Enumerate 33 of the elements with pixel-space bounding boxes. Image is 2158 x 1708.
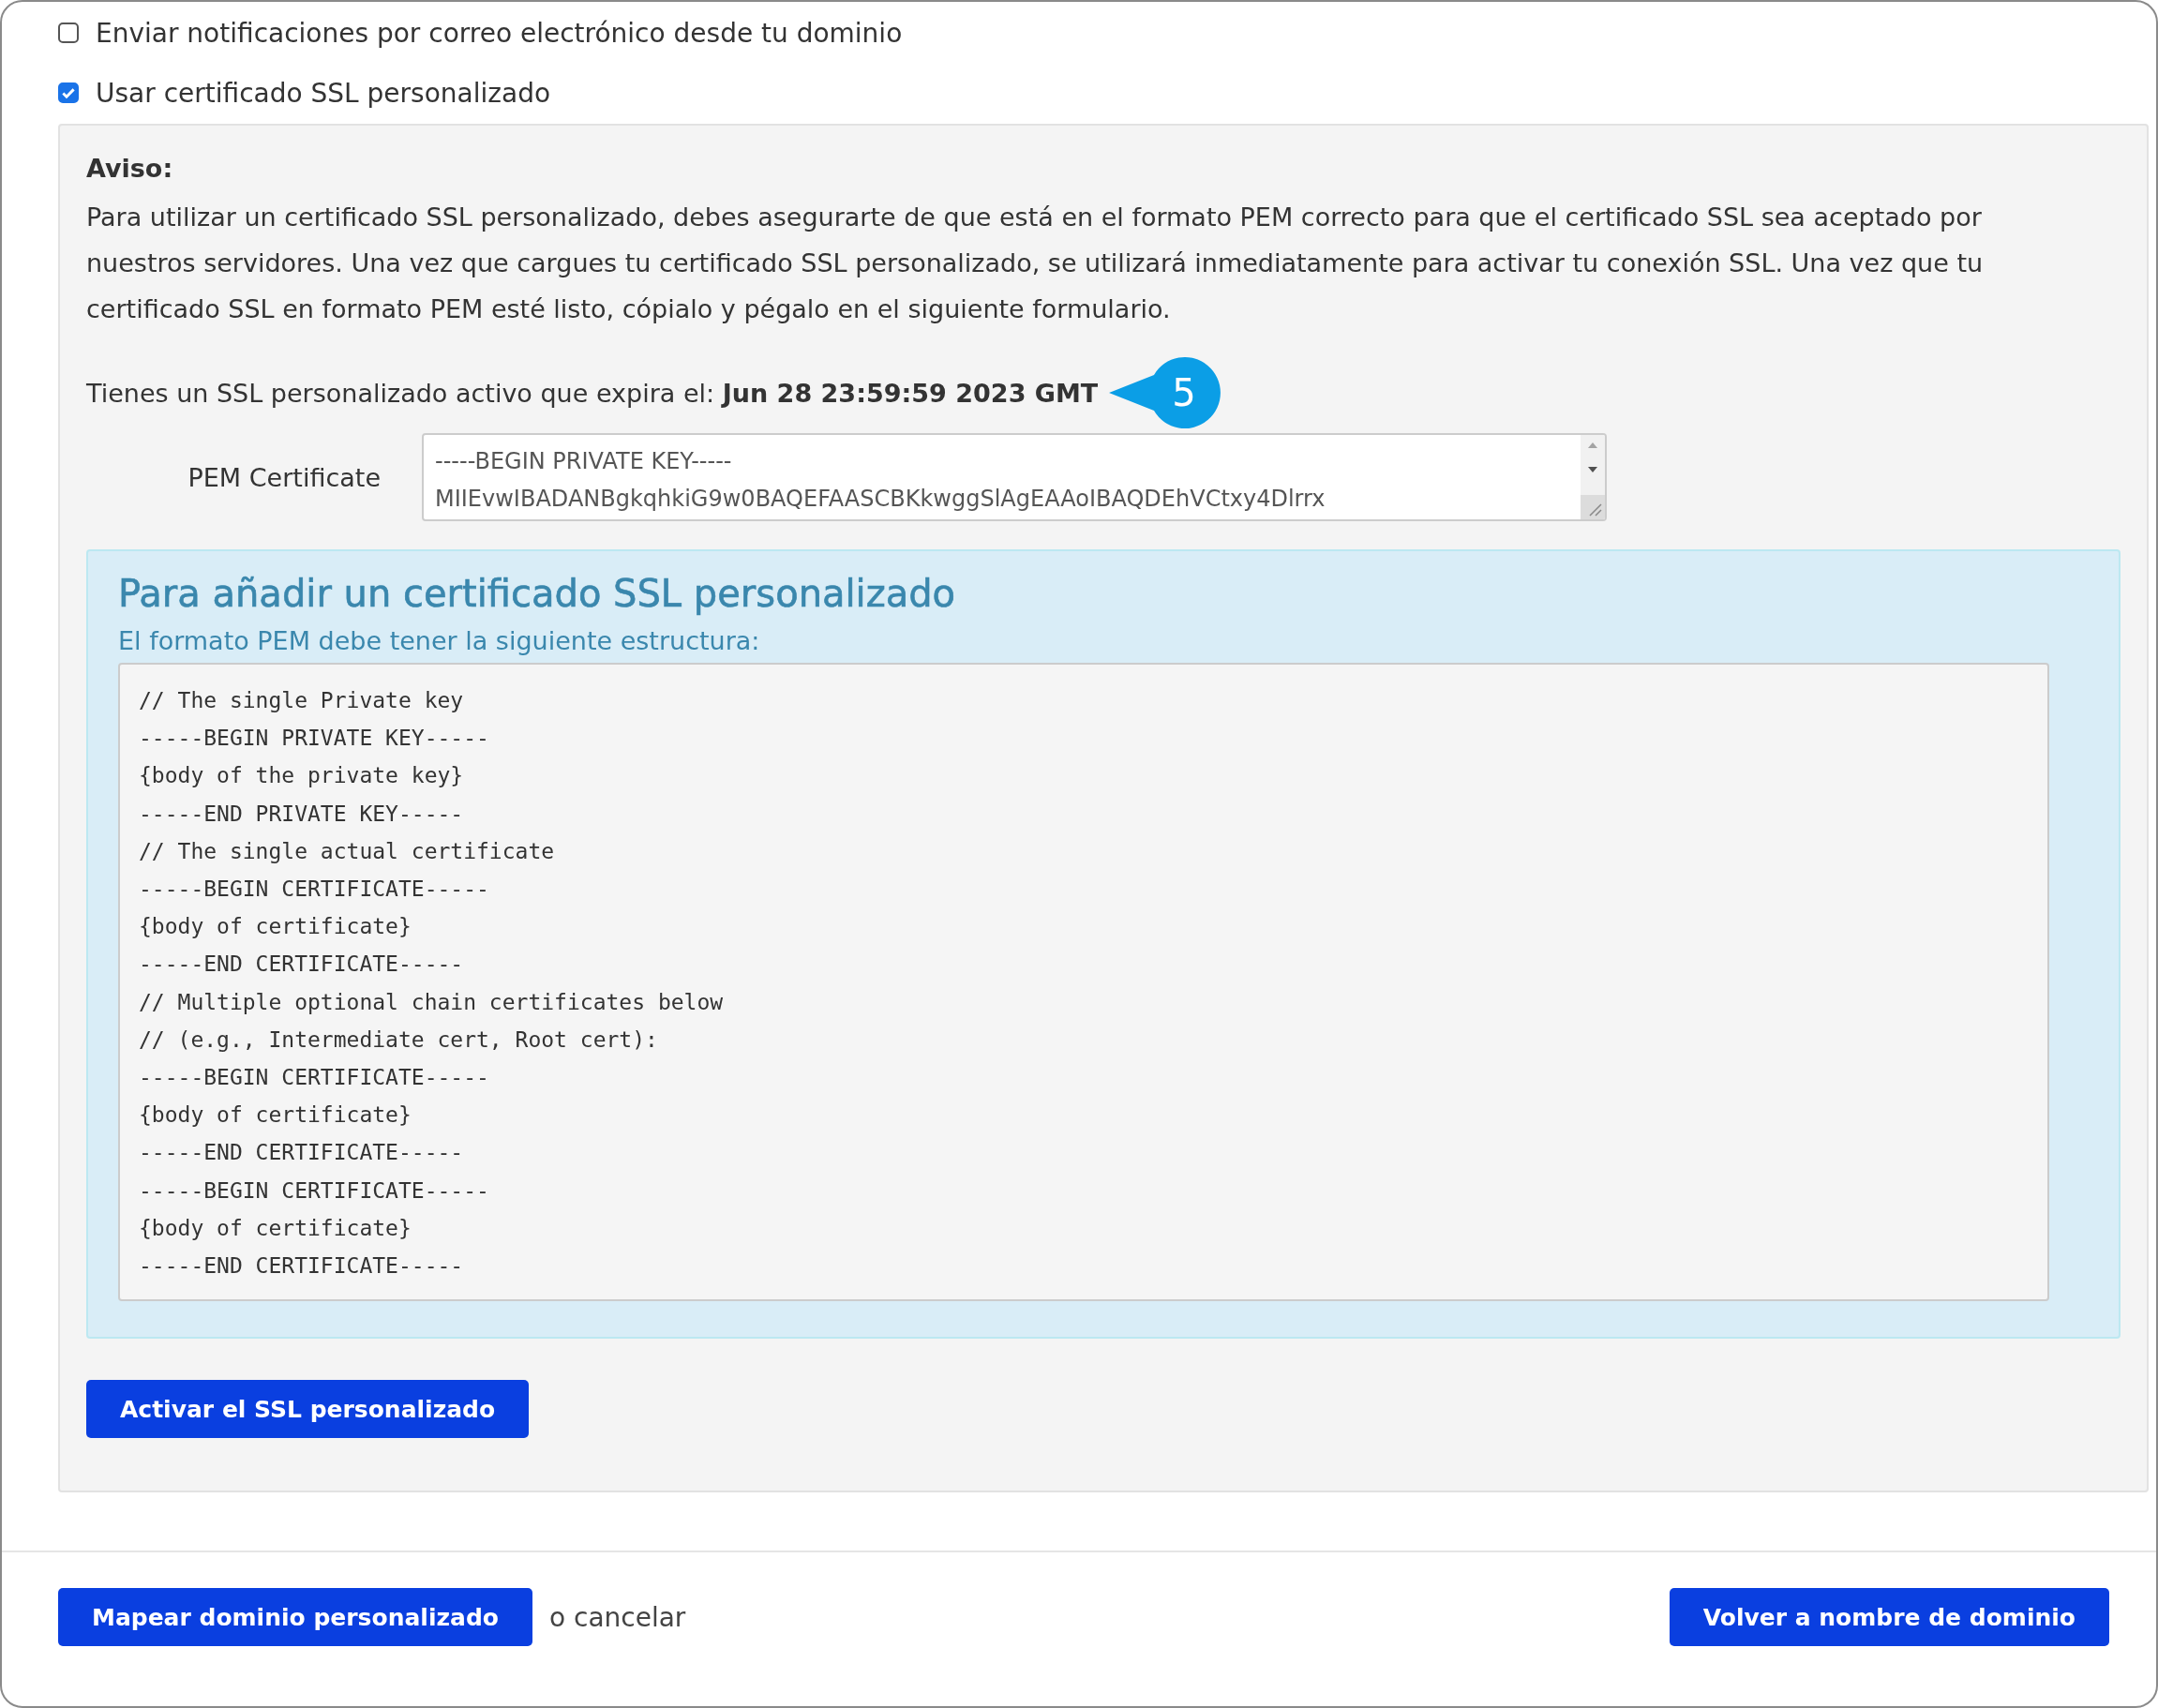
map-domain-button[interactable]: Mapear dominio personalizado [58, 1588, 532, 1646]
code-line: -----END CERTIFICATE----- [139, 951, 465, 979]
back-button[interactable]: Volver a nombre de dominio [1669, 1588, 2109, 1646]
code-line: -----END CERTIFICATE----- [139, 1252, 465, 1281]
code-line: -----END PRIVATE KEY----- [139, 800, 465, 828]
code-line: {body of certificate} [139, 1214, 412, 1242]
code-line: // The single Private key [139, 687, 465, 714]
checkbox[interactable] [58, 82, 79, 103]
activate-button[interactable]: Activar el SSL personalizado [86, 1380, 530, 1439]
cancel-link[interactable]: o cancelar [549, 1601, 686, 1633]
expiry-text: Tienes un SSL personalizado activo que expira el: Jun 28 23:59:59 2023 GMT [86, 378, 1099, 408]
notice-text: Para utilizar un certificado SSL personalizado, debes asegurarte de que está en el formato PEM correcto para que el certificado SSL sea aceptado por nuestros servidores. Una vez que cargues tu certificado SSL personalizado, se utilizará inmediatamente para activar tu conexión SSL. Una vez que tu certificado SSL en formato PEM esté listo, cópialo y pégalo en el siguiente formulario. [86, 202, 1985, 325]
info-title: Para añadir un certificado SSL personalizado [118, 572, 957, 615]
info-subtitle: El formato PEM debe tener la siguiente estructura: [118, 626, 761, 655]
checkbox-label: Usar certificado SSL personalizado [96, 77, 551, 109]
field-label: PEM Certificate [187, 462, 382, 492]
scrollbar-drawing[interactable] [1581, 435, 1605, 519]
code-line: -----BEGIN PRIVATE KEY----- [139, 725, 490, 753]
code-line: -----BEGIN CERTIFICATE----- [139, 1176, 490, 1205]
checkbox[interactable] [58, 22, 79, 43]
pem-field[interactable]: -----BEGIN PRIVATE KEY----- MIIEvwIBADANBgkqhkiG9w0BAQEFAASCBKkwggSlAgEAAoIBAQDEhVCtxy4Dlrrx [422, 433, 1607, 521]
code-line: // The single actual certificate [139, 837, 556, 865]
code-line: -----END CERTIFICATE----- [139, 1139, 465, 1167]
code-line: -----BEGIN CERTIFICATE----- [139, 1064, 490, 1092]
notice-title: Aviso: [86, 154, 174, 183]
checkbox-label: Enviar notificaciones por correo electrónico desde tu dominio [96, 17, 903, 49]
code-line: // Multiple optional chain certificates below [139, 988, 725, 1016]
code-line: {body of certificate} [139, 1101, 412, 1130]
code-line: {body of certificate} [139, 913, 412, 941]
code-line: {body of the private key} [139, 762, 465, 790]
callout-badge: 5 [1109, 356, 1222, 429]
code-line: -----BEGIN CERTIFICATE----- [139, 876, 490, 903]
code-line: // (e.g., Intermediate cert, Root cert): [139, 1026, 659, 1054]
